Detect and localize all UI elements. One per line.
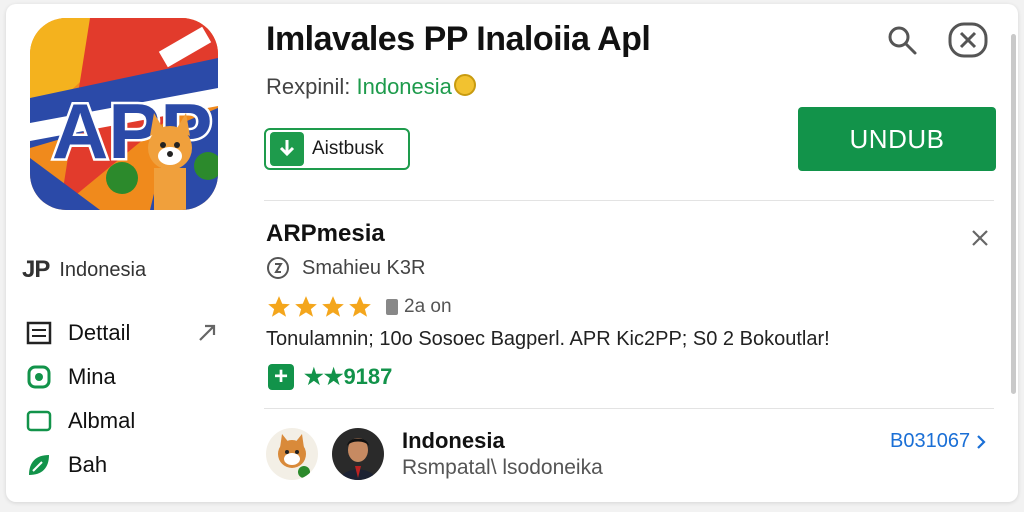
avatar[interactable] (266, 428, 318, 480)
tag-row[interactable]: + ★★9187 (268, 363, 393, 390)
app-meta: Smahieu K3R (266, 256, 425, 280)
install-button[interactable]: UNDUB (798, 107, 996, 171)
tag-text: ★★9187 (304, 364, 393, 389)
app-icon: APP (30, 18, 218, 210)
sidebar-item-label: Albmal (68, 408, 136, 433)
sidebar-item-share[interactable]: Mina (24, 362, 116, 392)
avatar[interactable] (332, 428, 384, 480)
rating-count: 2a on (386, 296, 452, 318)
star-rating (266, 294, 374, 320)
sidebar-item-label: Bah (68, 452, 108, 477)
divider (264, 200, 994, 201)
meta-text: Smahieu K3R (302, 256, 426, 279)
close-circle-icon[interactable] (948, 22, 988, 58)
user-subtitle: Rsmpatal\ lsodoneika (402, 456, 603, 479)
user-name: Indonesia (402, 428, 505, 453)
download-icon (270, 132, 304, 166)
emoji-icon (453, 74, 476, 96)
close-icon[interactable] (968, 226, 992, 250)
star-icon (322, 296, 344, 317)
search-icon[interactable] (886, 24, 918, 56)
user-link-text: B031067 (890, 430, 971, 452)
scrollbar[interactable] (1011, 34, 1016, 394)
star-icon (268, 296, 290, 317)
tablet-icon (24, 406, 54, 436)
divider (264, 408, 994, 409)
subtitle-country[interactable]: Indonesia (356, 74, 451, 99)
document-list-icon (24, 318, 54, 348)
lock-icon (386, 299, 398, 315)
info-circle-icon (266, 256, 290, 280)
developer-name: Indonesia (59, 258, 147, 281)
leaf-icon (24, 450, 54, 480)
arrow-right-icon[interactable] (196, 320, 220, 344)
sidebar-item-label: Mina (68, 364, 116, 389)
rating-count-text: 2a on (404, 296, 452, 317)
developer-info[interactable]: JP Indonesia (22, 256, 146, 284)
section-title: ARPmesia (266, 220, 385, 247)
sidebar-item-detail[interactable]: Dettail (24, 318, 130, 348)
plus-icon: + (268, 363, 294, 390)
user-link[interactable]: B031067 (890, 430, 988, 453)
rating-row: 2a on (266, 294, 452, 320)
add-to-library-button[interactable]: Aistbusk (264, 128, 410, 170)
app-title: Imlavales PP Inaloiia Apl (266, 20, 651, 58)
app-description: Tonulamnin; 10o Sosoec Bagperl. APR Kic2… (266, 328, 830, 350)
share-icon (24, 362, 54, 392)
developer-logo: JP (22, 256, 50, 283)
subtitle-prefix: Rexpinil: (266, 74, 357, 99)
add-button-label: Aistbusk (312, 138, 384, 159)
sidebar-item-label: Dettail (68, 320, 131, 345)
star-icon (349, 296, 371, 317)
sidebar-item-tablet[interactable]: Albmal (24, 406, 135, 436)
star-icon (295, 296, 317, 317)
sidebar-item-leaf[interactable]: Bah (24, 450, 107, 480)
chevron-right-icon (977, 434, 986, 449)
app-subtitle: Rexpinil: Indonesia (266, 74, 476, 100)
